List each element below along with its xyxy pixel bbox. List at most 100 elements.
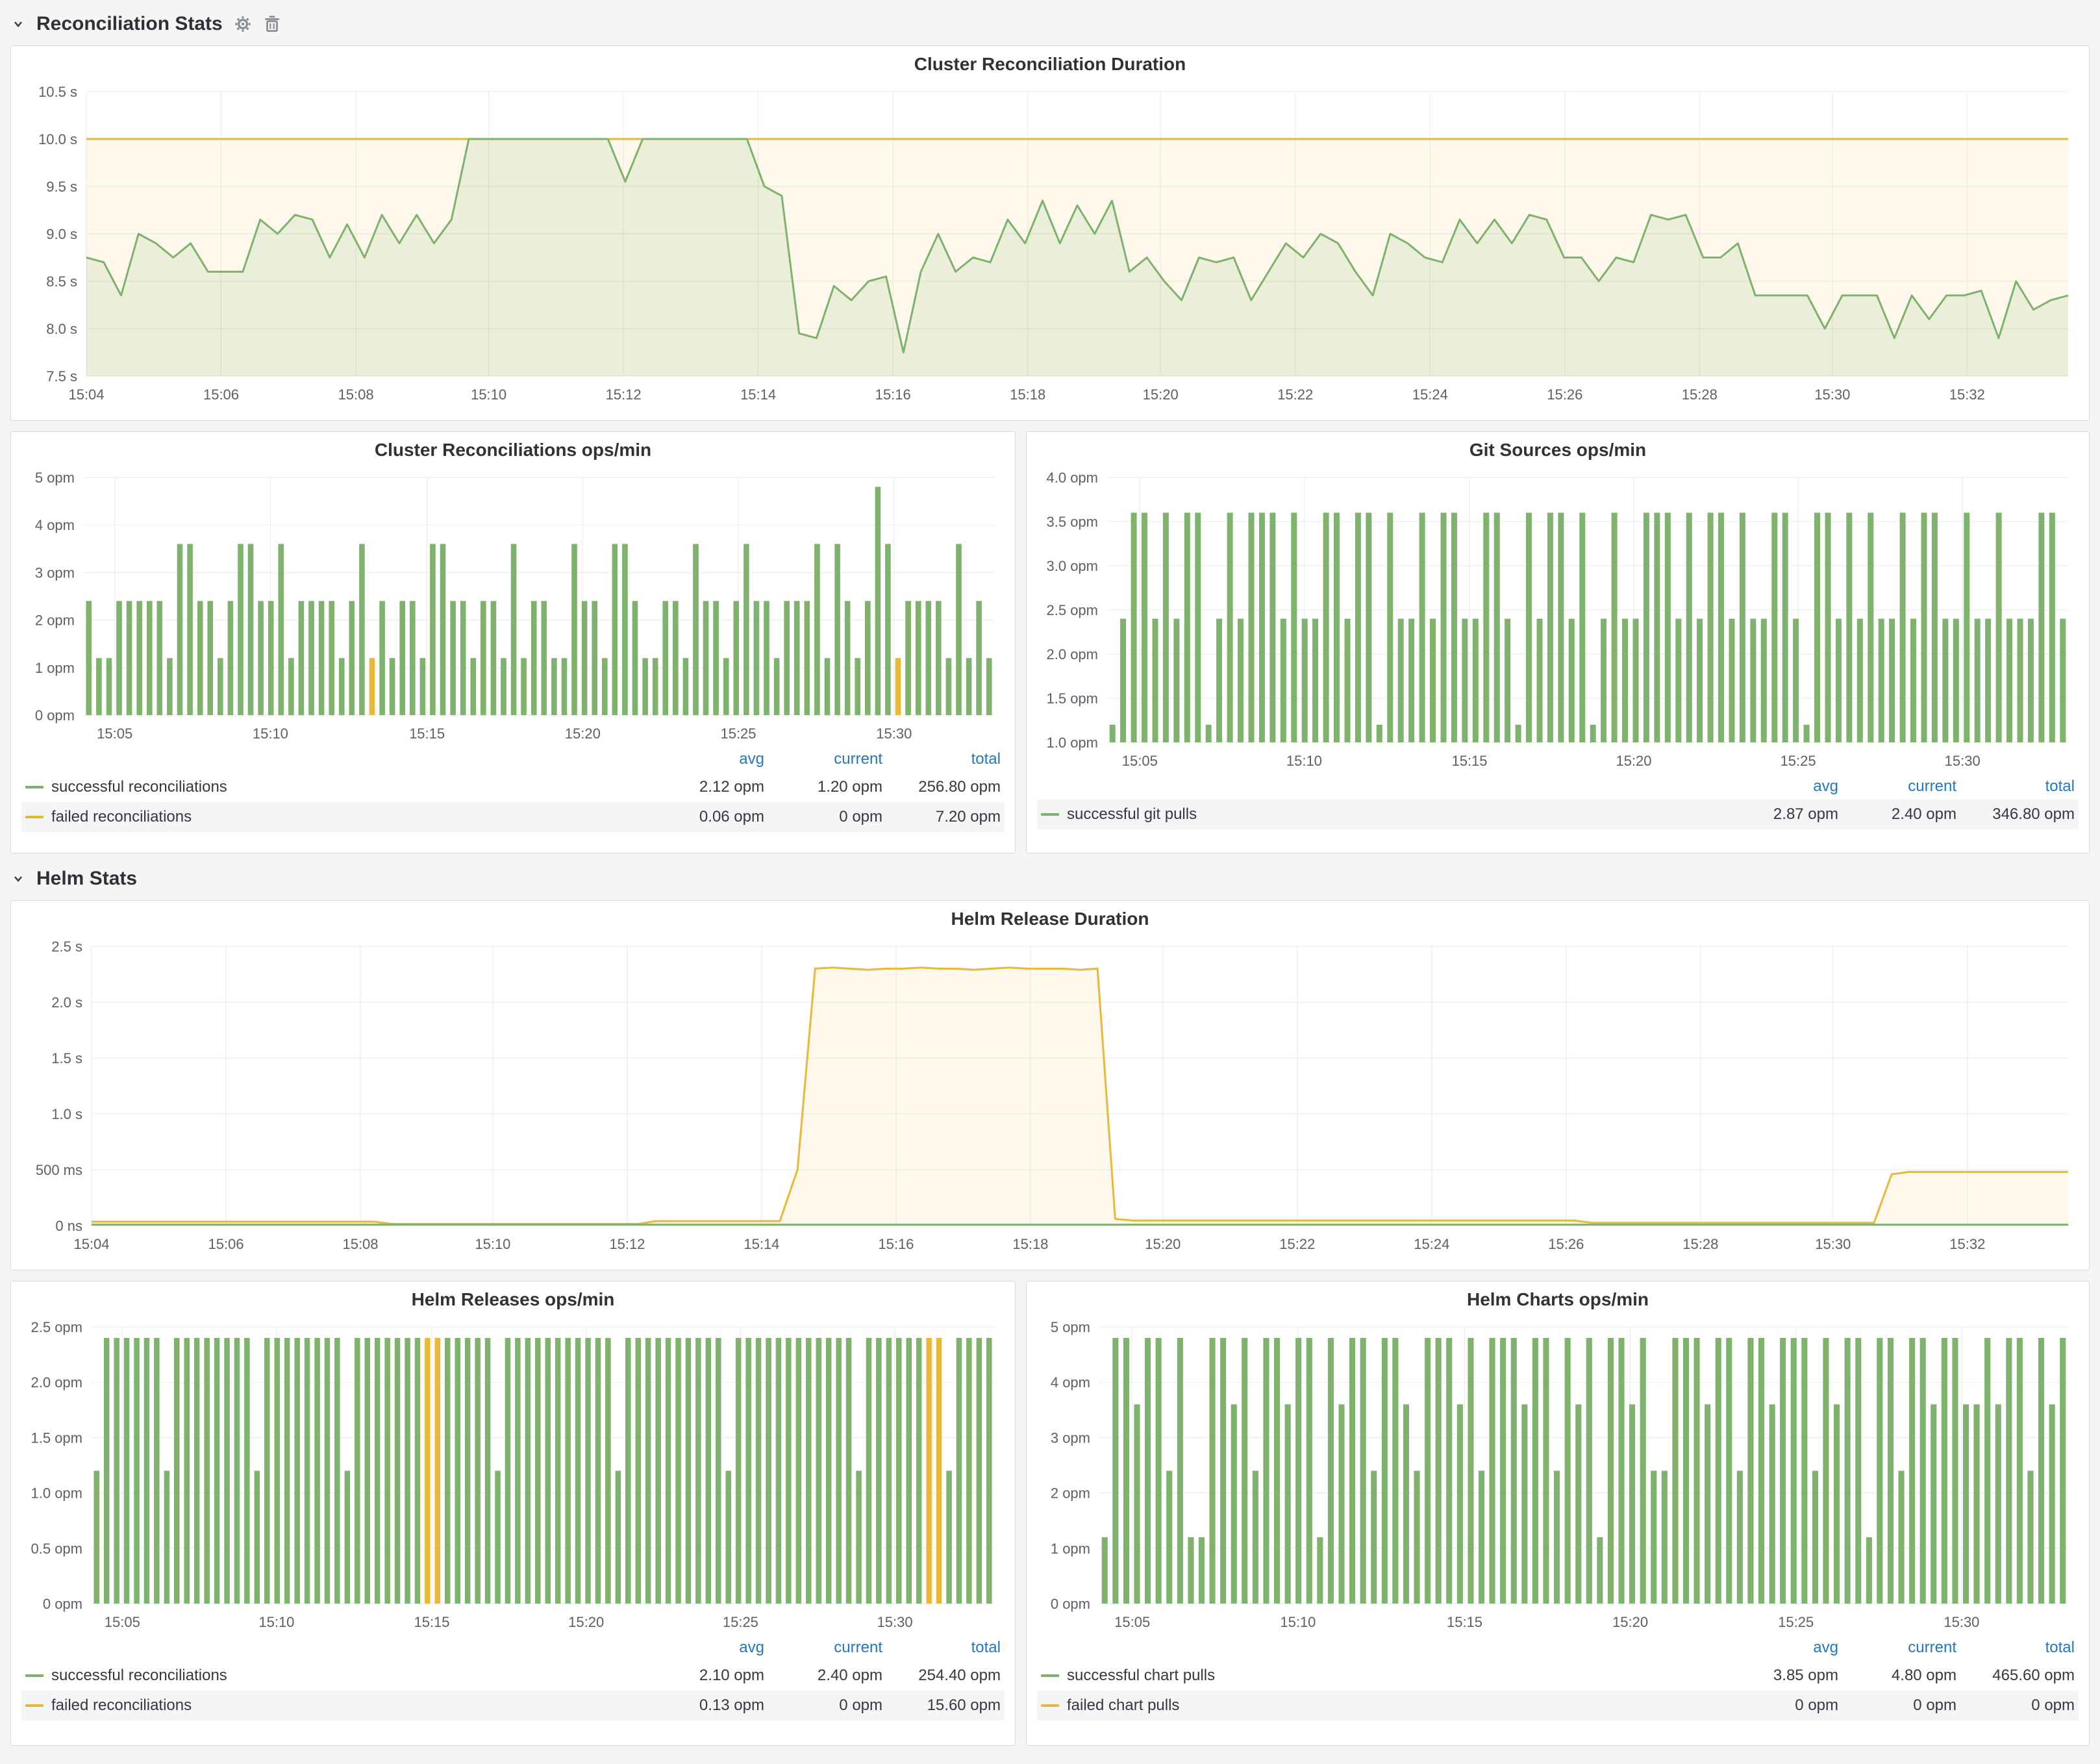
- series-swatch-icon: [25, 1704, 44, 1707]
- legend-row: successful reconciliations2.10 opm2.40 o…: [21, 1661, 1005, 1691]
- svg-text:15:15: 15:15: [414, 1614, 449, 1630]
- svg-text:15:32: 15:32: [1949, 1236, 1985, 1252]
- svg-text:15:22: 15:22: [1279, 1236, 1315, 1252]
- legend-header: avgcurrenttotal: [21, 1635, 1005, 1661]
- svg-text:10.5 s: 10.5 s: [38, 84, 77, 100]
- panel-title[interactable]: Cluster Reconciliation Duration: [19, 46, 2081, 82]
- helm-releases-ops-chart[interactable]: 0 opm0.5 opm1.0 opm1.5 opm2.0 opm2.5 opm…: [19, 1318, 1007, 1635]
- series-label: successful chart pulls: [1067, 1667, 1215, 1685]
- legend: avgcurrenttotal successful reconciliation…: [19, 746, 1007, 835]
- legend-value: 346.80 opm: [1956, 805, 2075, 824]
- legend-value: 15.60 opm: [882, 1696, 1001, 1715]
- svg-text:1.5 opm: 1.5 opm: [1047, 690, 1099, 707]
- svg-text:15:10: 15:10: [471, 386, 506, 403]
- legend-row: successful git pulls2.87 opm2.40 opm346.…: [1037, 800, 2079, 829]
- legend-value: 1.20 opm: [764, 778, 882, 796]
- legend-sort-total[interactable]: total: [1956, 777, 2075, 796]
- legend-sort-avg[interactable]: avg: [646, 1639, 764, 1657]
- svg-text:15:12: 15:12: [606, 386, 642, 403]
- svg-text:3.5 opm: 3.5 opm: [1047, 514, 1099, 530]
- legend-sort-current[interactable]: current: [1838, 1639, 1956, 1657]
- chart-svg: 0 opm1 opm2 opm3 opm4 opm5 opm15:0515:10…: [1034, 1318, 2081, 1635]
- svg-text:15:24: 15:24: [1412, 386, 1448, 403]
- legend-sort-current[interactable]: current: [764, 750, 882, 768]
- series-label: successful reconciliations: [51, 778, 227, 796]
- series-toggle[interactable]: successful reconciliations: [25, 1667, 646, 1685]
- series-toggle[interactable]: successful git pulls: [1041, 805, 1720, 824]
- series-toggle[interactable]: failed chart pulls: [1041, 1696, 1720, 1715]
- svg-text:4.0 opm: 4.0 opm: [1047, 470, 1099, 486]
- legend-sort-total[interactable]: total: [1956, 1639, 2075, 1657]
- svg-text:15:25: 15:25: [723, 1614, 758, 1630]
- svg-text:1.5 s: 1.5 s: [51, 1050, 82, 1066]
- series-toggle[interactable]: failed reconciliations: [25, 808, 646, 826]
- legend-value: 0 opm: [764, 808, 882, 826]
- svg-text:2 opm: 2 opm: [35, 612, 75, 629]
- legend-value: 254.40 opm: [882, 1667, 1001, 1685]
- legend-sort-avg[interactable]: avg: [1720, 1639, 1838, 1657]
- svg-text:15:10: 15:10: [258, 1614, 294, 1630]
- svg-text:9.0 s: 9.0 s: [46, 226, 77, 242]
- legend-sort-current[interactable]: current: [764, 1639, 882, 1657]
- collapse-chevron-icon[interactable]: [10, 871, 26, 887]
- panel-title[interactable]: Cluster Reconciliations ops/min: [19, 432, 1007, 468]
- legend-header: avgcurrenttotal: [1037, 774, 2079, 800]
- helm-release-duration-chart[interactable]: 0 ns500 ms1.0 s1.5 s2.0 s2.5 s15:0415:06…: [19, 937, 2081, 1257]
- panel-title[interactable]: Git Sources ops/min: [1034, 432, 2081, 468]
- series-toggle[interactable]: successful reconciliations: [25, 778, 646, 796]
- svg-text:15:15: 15:15: [1451, 753, 1487, 769]
- svg-text:15:15: 15:15: [409, 725, 445, 742]
- panel-title[interactable]: Helm Releases ops/min: [19, 1281, 1007, 1318]
- svg-text:15:20: 15:20: [1612, 1614, 1648, 1630]
- legend: avgcurrenttotalsuccessful git pulls2.87 …: [1034, 774, 2081, 832]
- svg-text:15:20: 15:20: [1143, 386, 1179, 403]
- series-swatch-icon: [1041, 1674, 1059, 1677]
- cluster-reconciliations-ops-chart[interactable]: 0 opm1 opm2 opm3 opm4 opm5 opm15:0515:10…: [19, 468, 1007, 746]
- panel-title[interactable]: Helm Charts ops/min: [1034, 1281, 2081, 1318]
- legend-row: failed reconciliations0.13 opm0 opm15.60…: [21, 1691, 1005, 1720]
- legend-value: 4.80 opm: [1838, 1667, 1956, 1685]
- svg-text:15:08: 15:08: [342, 1236, 378, 1252]
- legend-value: 0.06 opm: [646, 808, 764, 826]
- legend-sort-total[interactable]: total: [882, 1639, 1001, 1657]
- series-toggle[interactable]: failed reconciliations: [25, 1696, 646, 1715]
- series-swatch-icon: [25, 1674, 44, 1677]
- legend: avgcurrenttotalsuccessful chart pulls3.8…: [1034, 1635, 2081, 1723]
- legend-value: 2.10 opm: [646, 1667, 764, 1685]
- svg-text:0 opm: 0 opm: [43, 1596, 82, 1612]
- legend-sort-avg[interactable]: avg: [1720, 777, 1838, 796]
- panel-helm-charts-ops: Helm Charts ops/min 0 opm1 opm2 opm3 opm…: [1026, 1281, 2090, 1746]
- series-swatch-icon: [1041, 813, 1059, 816]
- svg-text:15:10: 15:10: [475, 1236, 510, 1252]
- svg-text:4 opm: 4 opm: [1051, 1374, 1090, 1391]
- git-sources-ops-chart[interactable]: 1.0 opm1.5 opm2.0 opm2.5 opm3.0 opm3.5 o…: [1034, 468, 2081, 774]
- section-title[interactable]: Helm Stats: [36, 868, 137, 890]
- series-label: failed chart pulls: [1067, 1696, 1179, 1715]
- legend-value: 256.80 opm: [882, 778, 1001, 796]
- panel-title[interactable]: Helm Release Duration: [19, 901, 2081, 937]
- collapse-chevron-icon[interactable]: [10, 16, 26, 32]
- section-title[interactable]: Reconciliation Stats: [36, 13, 223, 35]
- svg-text:15:22: 15:22: [1277, 386, 1313, 403]
- legend-sort-avg[interactable]: avg: [646, 750, 764, 768]
- legend-value: 7.20 opm: [882, 808, 1001, 826]
- series-toggle[interactable]: successful chart pulls: [1041, 1667, 1720, 1685]
- svg-text:15:25: 15:25: [720, 725, 756, 742]
- gear-icon[interactable]: [233, 14, 253, 34]
- legend-sort-total[interactable]: total: [882, 750, 1001, 768]
- trash-icon[interactable]: [263, 14, 281, 34]
- cluster-reconciliation-duration-chart[interactable]: 7.5 s8.0 s8.5 s9.0 s9.5 s10.0 s10.5 s15:…: [19, 82, 2081, 407]
- svg-text:0.5 opm: 0.5 opm: [31, 1541, 83, 1557]
- svg-text:9.5 s: 9.5 s: [46, 179, 77, 195]
- legend-value: 2.40 opm: [764, 1667, 882, 1685]
- svg-text:15:15: 15:15: [1447, 1614, 1482, 1630]
- helm-charts-ops-chart[interactable]: 0 opm1 opm2 opm3 opm4 opm5 opm15:0515:10…: [1034, 1318, 2081, 1635]
- svg-text:3 opm: 3 opm: [35, 564, 75, 581]
- svg-text:7.5 s: 7.5 s: [46, 368, 77, 384]
- svg-text:15:10: 15:10: [1280, 1614, 1316, 1630]
- svg-text:15:16: 15:16: [878, 1236, 914, 1252]
- svg-text:2.5 s: 2.5 s: [51, 939, 82, 955]
- svg-text:2.0 s: 2.0 s: [51, 994, 82, 1011]
- legend-sort-current[interactable]: current: [1838, 777, 1956, 796]
- svg-text:15:20: 15:20: [1616, 753, 1651, 769]
